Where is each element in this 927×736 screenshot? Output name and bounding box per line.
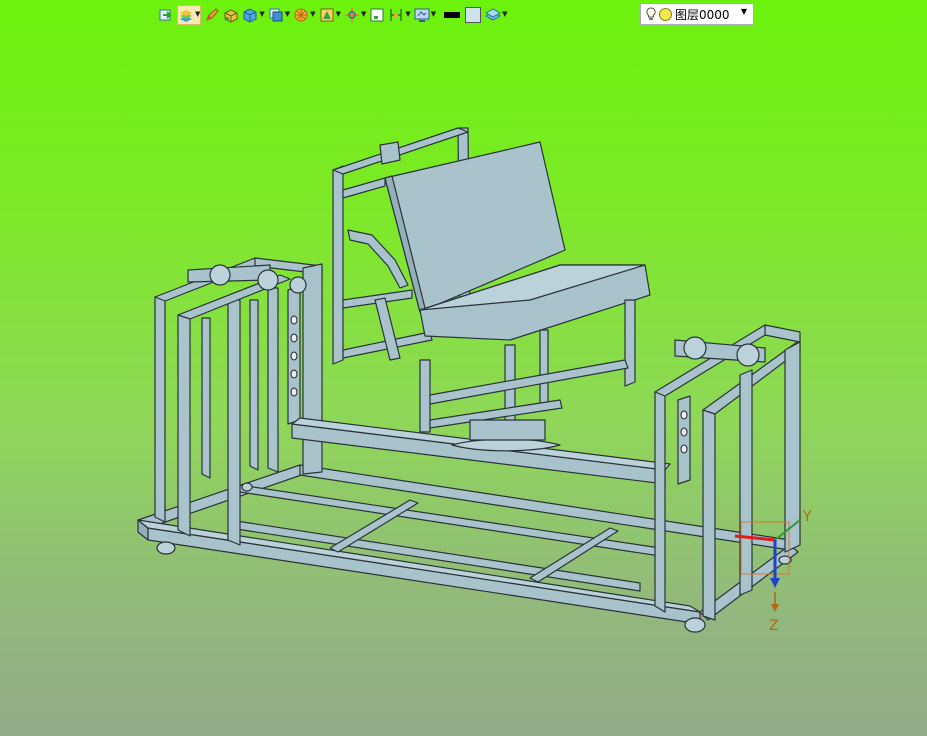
seat-assembly[interactable] (332, 127, 651, 452)
right-tower[interactable] (654, 324, 801, 621)
y-axis-label: Y (802, 509, 812, 525)
left-tower[interactable] (154, 257, 323, 546)
right-tower-holes (680, 410, 688, 454)
model-viewport[interactable]: .st { fill:#a9c3cd; stroke:#2a3338; stro… (0, 0, 927, 736)
z-axis-label: Z (769, 618, 779, 634)
